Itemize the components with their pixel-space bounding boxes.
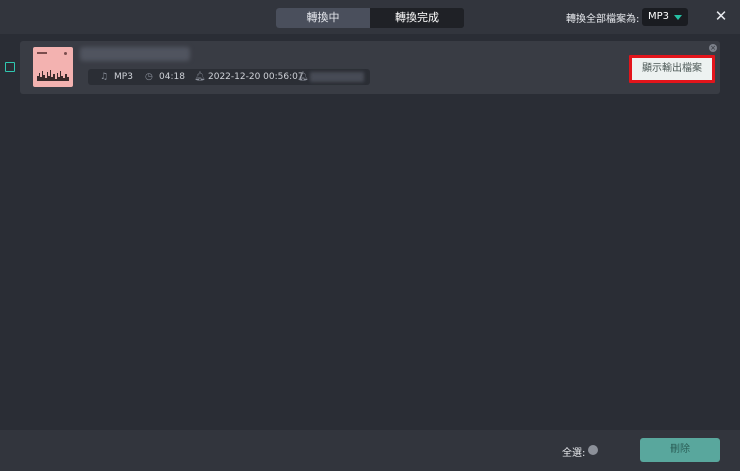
- converted-item: ♫ MP3 ◷ 04:18 🔔︎ 2022-12-20 00:56:07 🔔︎ …: [20, 41, 720, 94]
- item-title-redacted: [80, 47, 190, 61]
- convert-all-label: 轉換全部檔案為:: [566, 14, 640, 25]
- music-note-icon: ♫: [100, 72, 109, 82]
- clock-icon: ◷: [145, 72, 153, 82]
- item-duration: 04:18: [159, 72, 185, 82]
- item-metadata: ♫ MP3 ◷ 04:18 🔔︎ 2022-12-20 00:56:07 🔔︎: [88, 69, 370, 85]
- item-datetime: 2022-12-20 00:56:07: [208, 72, 304, 82]
- select-all-radio[interactable]: [588, 445, 598, 455]
- album-thumbnail: [33, 47, 73, 87]
- item-format: MP3: [114, 72, 133, 82]
- delete-button[interactable]: 刪除: [640, 438, 720, 462]
- bell-icon: 🔔︎: [297, 72, 309, 82]
- format-value: MP3: [648, 11, 670, 22]
- bell-icon: 🔔︎: [194, 72, 206, 82]
- format-dropdown[interactable]: MP3: [642, 8, 688, 26]
- waveform-icon: [37, 70, 69, 81]
- chevron-down-icon: [674, 15, 682, 20]
- close-icon[interactable]: ✕: [713, 8, 729, 24]
- tab-converted[interactable]: 轉換完成: [370, 8, 464, 28]
- conversion-tabs: 轉換中 轉換完成: [276, 8, 464, 28]
- select-all-label: 全選:: [562, 448, 586, 459]
- remove-item-icon[interactable]: ×: [709, 44, 717, 52]
- show-output-button[interactable]: 顯示輸出檔案: [629, 55, 715, 83]
- tab-converting[interactable]: 轉換中: [276, 8, 370, 28]
- item-checkbox[interactable]: [5, 62, 15, 72]
- item-extra-redacted: [310, 72, 364, 82]
- bottom-bar: [0, 430, 740, 471]
